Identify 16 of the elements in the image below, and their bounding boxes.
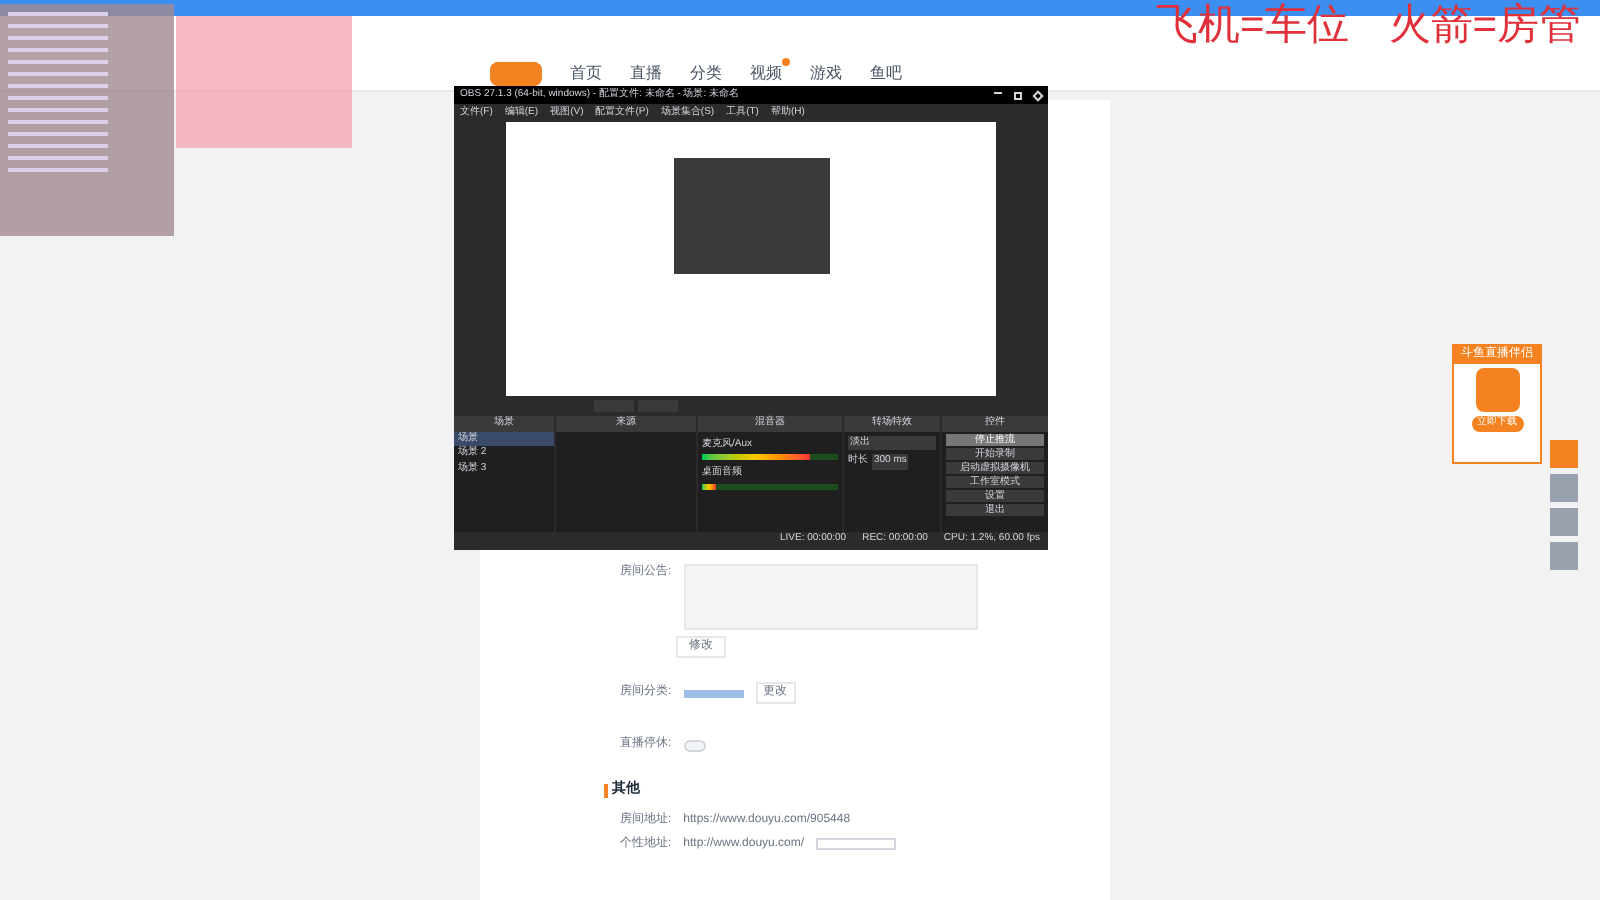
nav-link[interactable]: 鱼吧 <box>870 61 902 85</box>
nav-link[interactable]: 首页 <box>570 61 602 85</box>
nav-link[interactable]: 直播 <box>630 61 662 85</box>
custom-url-input[interactable] <box>816 838 897 850</box>
minimize-icon[interactable] <box>994 91 1002 93</box>
app-logo-icon <box>1475 368 1519 412</box>
notice-textarea[interactable] <box>683 564 978 630</box>
nav-link[interactable]: 视频 <box>750 61 782 85</box>
nav-link[interactable]: 游戏 <box>810 61 842 85</box>
overlay-caption: 飞机=车位 <box>1156 4 1349 46</box>
nav-link[interactable]: 分类 <box>690 61 722 85</box>
site-logo-icon <box>490 61 542 85</box>
toggle-switch[interactable] <box>683 739 706 751</box>
category-value <box>683 689 744 697</box>
maximize-icon[interactable] <box>1014 91 1022 99</box>
overlay-caption: 火箭=房管 <box>1388 4 1582 46</box>
